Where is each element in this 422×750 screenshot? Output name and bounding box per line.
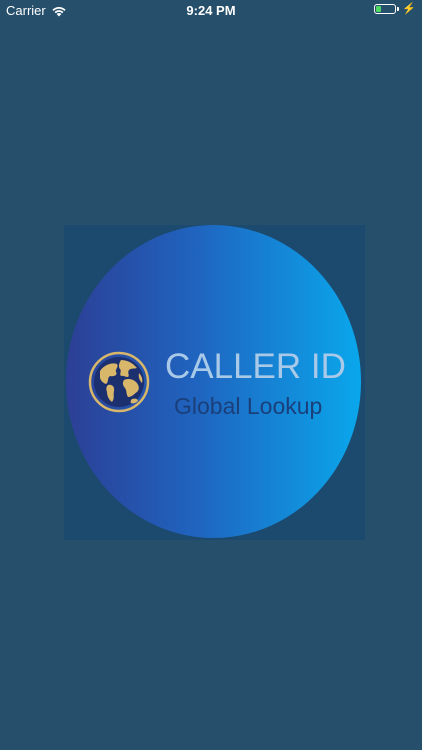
status-bar: Carrier 9:24 PM ⚡ — [0, 0, 422, 22]
battery-cap — [397, 7, 400, 11]
clock: 9:24 PM — [186, 3, 236, 18]
battery-icon — [374, 4, 397, 14]
bolt-icon: ⚡ — [402, 3, 416, 15]
battery-level-fill — [376, 6, 382, 12]
globe-icon — [88, 351, 150, 413]
battery-indicator: ⚡ — [374, 3, 416, 15]
app-subtitle: Global Lookup — [174, 393, 323, 419]
app-title: CALLER ID — [165, 347, 346, 386]
